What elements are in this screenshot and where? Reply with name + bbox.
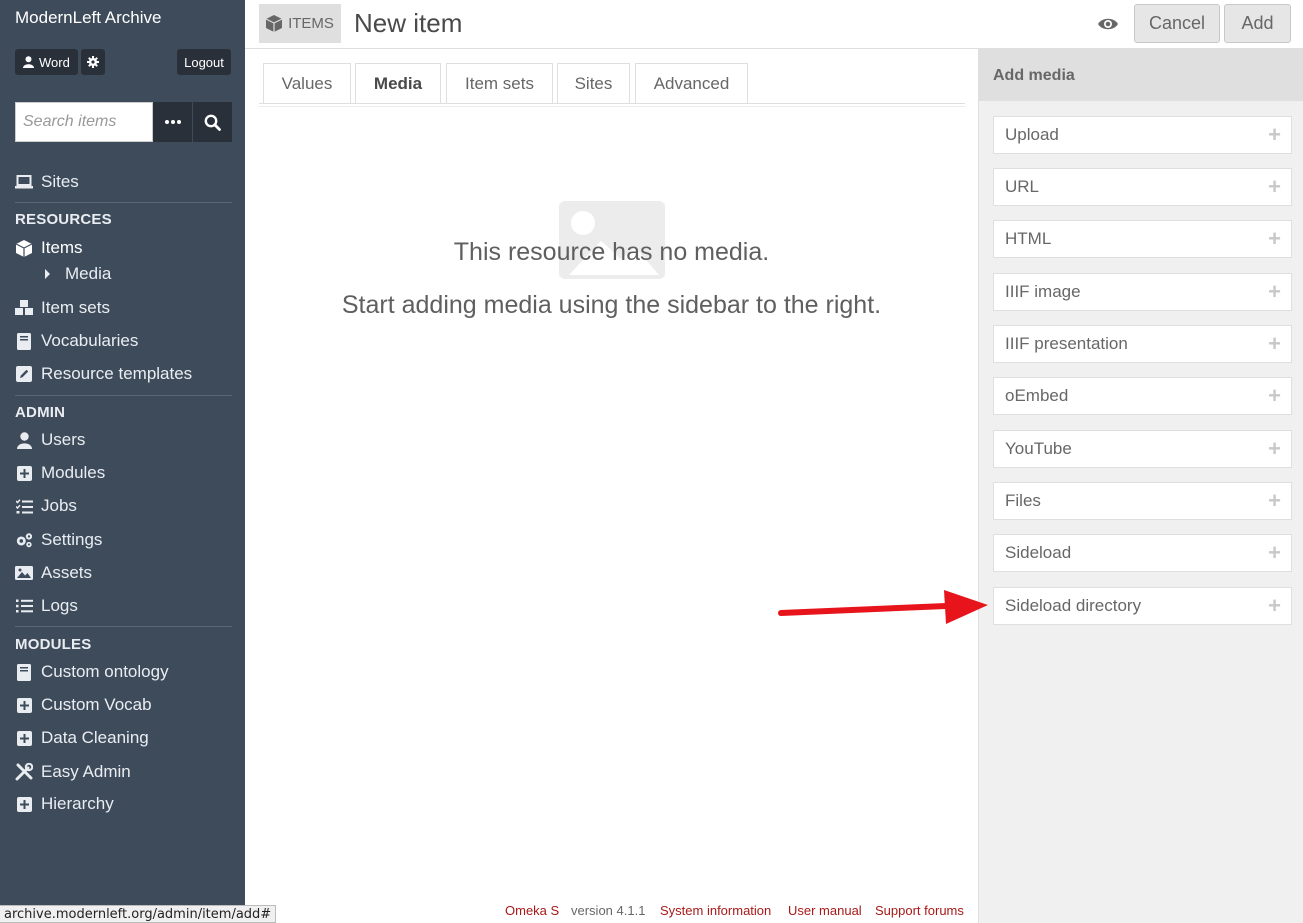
- tab-media[interactable]: Media: [355, 63, 441, 104]
- add-media-url-button[interactable]: URL +: [993, 168, 1292, 206]
- plus-icon: +: [1268, 488, 1281, 513]
- tab-sites[interactable]: Sites: [557, 63, 630, 103]
- logout-button[interactable]: Logout: [177, 49, 231, 75]
- nav-settings[interactable]: Settings: [15, 529, 102, 551]
- add-button[interactable]: Add: [1224, 4, 1291, 43]
- plus-icon: +: [1268, 226, 1281, 251]
- gear-icon: [87, 56, 99, 68]
- nav-vocabularies[interactable]: Vocabularies: [15, 330, 138, 352]
- nav-sites[interactable]: Sites: [15, 171, 79, 193]
- laptop-icon: [15, 173, 33, 191]
- status-bar-url: archive.modernleft.org/admin/item/add#: [0, 905, 277, 923]
- user-name-label: Word: [39, 54, 70, 70]
- footer-user-manual-link[interactable]: User manual: [788, 903, 862, 918]
- site-title[interactable]: ModernLeft Archive: [15, 8, 161, 28]
- badge-label: ITEMS: [288, 15, 334, 32]
- cubes-icon: [15, 299, 33, 317]
- add-media-html-button[interactable]: HTML +: [993, 220, 1292, 258]
- nav-assets[interactable]: Assets: [15, 562, 92, 584]
- add-media-sideload-button[interactable]: Sideload +: [993, 534, 1292, 572]
- nav-divider: [15, 626, 232, 627]
- eye-icon[interactable]: [1098, 14, 1118, 34]
- nav-media[interactable]: Media: [39, 263, 111, 285]
- plus-icon: +: [1268, 540, 1281, 565]
- plus-icon: +: [1268, 383, 1281, 408]
- nav-data-cleaning[interactable]: Data Cleaning: [15, 727, 149, 749]
- add-media-sideload-directory-button[interactable]: Sideload directory +: [993, 587, 1292, 625]
- add-media-sidebar: Add media Upload + URL + HTML + IIIF image +…: [978, 49, 1303, 923]
- nav-custom-ontology[interactable]: Custom ontology: [15, 661, 169, 683]
- plus-square-icon: [15, 729, 33, 747]
- cube-icon: [15, 239, 33, 257]
- tab-item-sets[interactable]: Item sets: [446, 63, 553, 103]
- search-options-button[interactable]: [153, 102, 192, 142]
- nav-heading-resources: RESOURCES: [15, 211, 112, 228]
- nav-divider: [15, 202, 232, 203]
- cancel-button[interactable]: Cancel: [1134, 4, 1220, 43]
- nav-items[interactable]: Items: [15, 237, 83, 259]
- plus-square-icon: [15, 795, 33, 813]
- page-title: New item: [354, 8, 463, 38]
- add-media-files-button[interactable]: Files +: [993, 482, 1292, 520]
- user-profile-button[interactable]: Word: [15, 49, 78, 75]
- tab-divider: [259, 103, 965, 104]
- empty-state-hint: Start adding media using the sidebar to …: [341, 291, 882, 319]
- search-submit-button[interactable]: [193, 102, 232, 142]
- nav-divider: [15, 395, 232, 396]
- pencil-square-icon: [15, 365, 33, 383]
- nav-easy-admin[interactable]: Easy Admin: [15, 761, 131, 783]
- gears-icon: [15, 531, 33, 549]
- tools-icon: [15, 763, 33, 781]
- nav-modules[interactable]: Modules: [15, 462, 105, 484]
- nav-heading-admin: ADMIN: [15, 404, 66, 421]
- nav-jobs[interactable]: Jobs: [15, 495, 77, 517]
- nav-users[interactable]: Users: [15, 429, 85, 451]
- footer-version: version 4.1.1: [571, 903, 646, 918]
- plus-square-icon: [15, 464, 33, 482]
- resource-type-badge: ITEMS: [259, 4, 341, 43]
- ellipsis-icon: [164, 120, 181, 124]
- image-icon: [15, 564, 33, 582]
- nav-item-sets[interactable]: Item sets: [15, 297, 110, 319]
- plus-icon: +: [1268, 174, 1281, 199]
- plus-icon: +: [1268, 279, 1281, 304]
- plus-icon: +: [1268, 436, 1281, 461]
- nav-logs[interactable]: Logs: [15, 595, 78, 617]
- empty-state-message: This resource has no media.: [453, 238, 770, 266]
- plus-square-icon: [15, 696, 33, 714]
- sidebar: ModernLeft Archive Word Logout Sites RES…: [0, 0, 245, 923]
- cube-icon: [266, 15, 283, 32]
- plus-icon: +: [1268, 593, 1281, 618]
- task-list-icon: [15, 497, 33, 515]
- user-icon: [23, 56, 34, 68]
- add-media-youtube-button[interactable]: YouTube +: [993, 430, 1292, 468]
- tab-advanced[interactable]: Advanced: [635, 63, 748, 103]
- nav-custom-vocab[interactable]: Custom Vocab: [15, 694, 152, 716]
- add-media-oembed-button[interactable]: oEmbed +: [993, 377, 1292, 415]
- plus-icon: +: [1268, 122, 1281, 147]
- book-icon: [15, 332, 33, 350]
- user-settings-button[interactable]: [81, 49, 105, 75]
- plus-icon: +: [1268, 331, 1281, 356]
- search-input[interactable]: [15, 102, 153, 142]
- add-media-iiif-image-button[interactable]: IIIF image +: [993, 273, 1292, 311]
- footer-system-information-link[interactable]: System information: [660, 903, 771, 918]
- user-icon: [15, 431, 33, 449]
- add-media-heading: Add media: [979, 49, 1303, 101]
- nav-heading-modules: MODULES: [15, 636, 92, 653]
- caret-right-icon: [39, 265, 57, 283]
- footer-omeka-link[interactable]: Omeka S: [505, 903, 559, 918]
- search-icon: [204, 114, 221, 131]
- footer-support-forums-link[interactable]: Support forums: [875, 903, 964, 918]
- add-media-iiif-presentation-button[interactable]: IIIF presentation +: [993, 325, 1292, 363]
- tab-divider: [259, 106, 965, 107]
- annotation-arrow-icon: [778, 590, 988, 624]
- tab-values[interactable]: Values: [263, 63, 351, 103]
- book-icon: [15, 663, 33, 681]
- nav-hierarchy[interactable]: Hierarchy: [15, 793, 114, 815]
- nav-resource-templates[interactable]: Resource templates: [15, 363, 192, 385]
- add-media-upload-button[interactable]: Upload +: [993, 116, 1292, 154]
- page-header: ITEMS New item Cancel Add: [245, 0, 1303, 49]
- list-icon: [15, 597, 33, 615]
